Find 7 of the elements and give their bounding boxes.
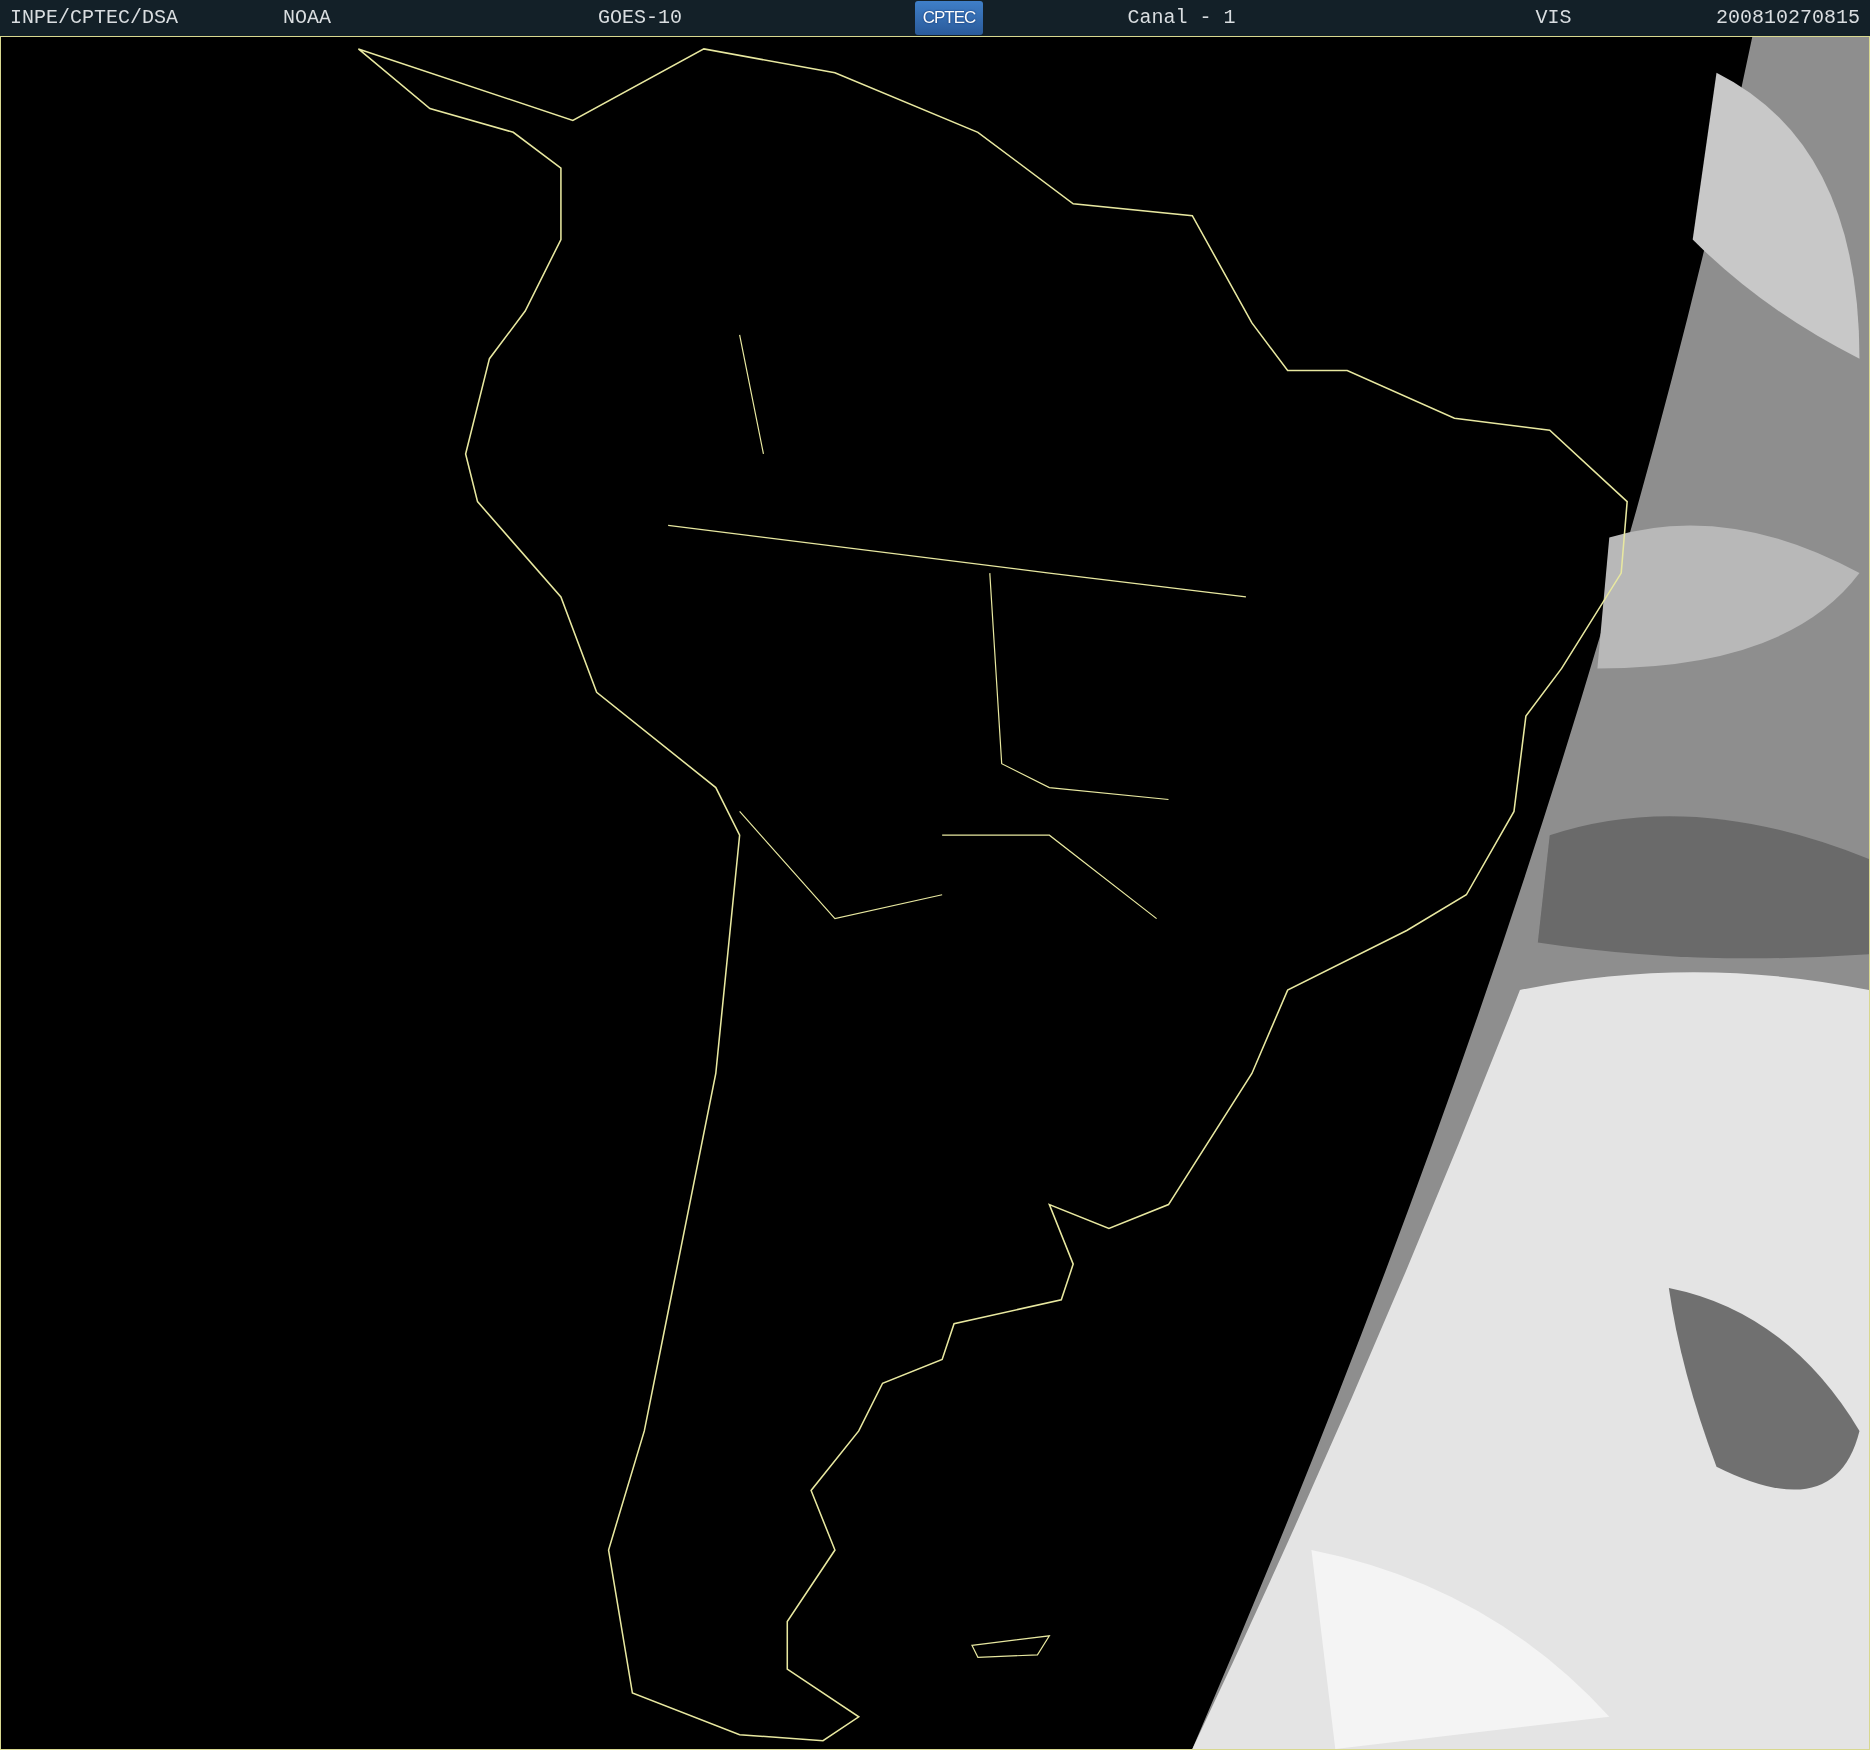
source-label: INPE/CPTEC/DSA — [9, 5, 180, 31]
timestamp-label: 200810270815 — [1715, 5, 1861, 31]
channel-label: Canal - 1 — [1127, 5, 1236, 31]
band-label: VIS — [1535, 5, 1572, 31]
agency-label: NOAA — [283, 5, 332, 31]
logo: CPTEC — [915, 1, 983, 35]
satellite-label: GOES-10 — [598, 5, 683, 31]
